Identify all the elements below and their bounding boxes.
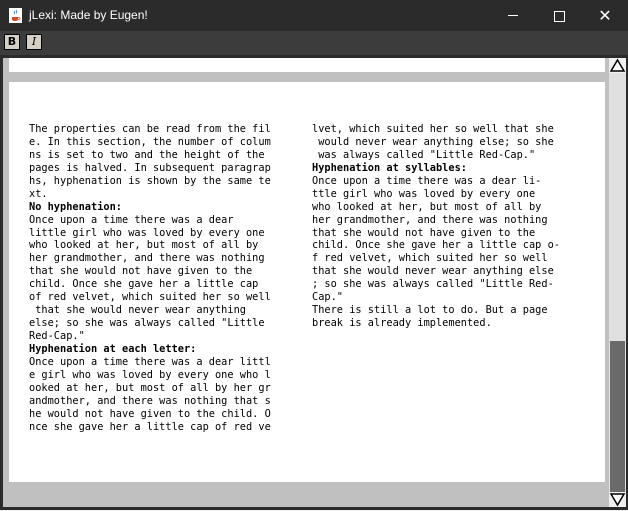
text-line: child. Once she gave her a little cap o-	[312, 239, 560, 252]
scroll-track[interactable]	[609, 73, 626, 492]
text-line: pages is halved. In subsequent paragrap	[29, 161, 271, 174]
text-line: f red velvet, which suited her so well	[312, 252, 548, 265]
close-icon: ✕	[598, 6, 612, 25]
text-line: little girl who was loved by every one	[29, 226, 265, 239]
text-line: else; so she was always called "Little	[29, 317, 265, 330]
section-heading: No hyphenation:	[29, 200, 122, 213]
text-line: break is already implemented.	[312, 317, 492, 330]
close-button[interactable]: ✕	[582, 0, 628, 31]
scroll-thumb[interactable]	[610, 341, 625, 492]
section-heading: Hyphenation at each letter:	[29, 342, 197, 355]
text-line: that she would never wear anything else	[312, 265, 554, 278]
document-page[interactable]: The properties can be read from the fil e…	[9, 82, 605, 482]
document-viewport[interactable]: The properties can be read from the fil e…	[3, 58, 609, 507]
triangle-up-icon	[609, 58, 626, 72]
text-line: was always called "Little Red-Cap."	[312, 148, 536, 161]
text-line: of red velvet, which suited her so well	[29, 291, 271, 304]
text-line: Once upon a time there was a dear	[29, 213, 234, 226]
text-line: that she would not have given to the	[29, 265, 253, 278]
maximize-button[interactable]	[536, 0, 582, 31]
left-text-column: The properties can be read from the fil e…	[29, 123, 271, 434]
text-line: xt.	[29, 187, 48, 200]
java-coffee-cup-icon	[9, 8, 22, 23]
text-line: lvet, which suited her so well that she	[312, 123, 554, 135]
triangle-down-icon	[609, 493, 626, 507]
vertical-scrollbar[interactable]	[609, 58, 626, 507]
section-heading: Hyphenation at syllables:	[312, 161, 467, 174]
scroll-down-button[interactable]	[609, 492, 626, 507]
text-line: The properties can be read from the fil	[29, 123, 271, 135]
previous-page-bottom	[9, 58, 605, 72]
text-line: ; so she was always called "Little Red-	[312, 278, 554, 291]
text-line: ns is set to two and the height of the	[29, 148, 265, 161]
minimize-button[interactable]	[490, 0, 536, 31]
scroll-up-button[interactable]	[609, 58, 626, 73]
text-line: andmother, and there was nothing that s	[29, 394, 271, 407]
text-line: hs, hyphenation is shown by the same te	[29, 174, 271, 187]
text-line: Red-Cap."	[29, 330, 85, 342]
text-line: who looked at her, but most of all by	[312, 200, 542, 213]
minimize-icon	[508, 14, 518, 16]
text-line: Cap."	[312, 291, 343, 304]
text-line: that she would not have given to the	[312, 226, 536, 239]
title-bar[interactable]: jLexi: Made by Eugen! ✕	[0, 0, 628, 31]
bold-button[interactable]: B	[4, 34, 20, 50]
text-line: that she would never wear anything	[29, 304, 246, 317]
text-line: ttle girl who was loved by every one	[312, 187, 536, 200]
toolbar: B I	[0, 31, 628, 55]
text-line: Once upon a time there was a dear li-	[312, 174, 542, 187]
text-line: her grandmother, and there was nothing	[29, 252, 265, 265]
text-line: would never wear anything else; so she	[312, 135, 554, 148]
text-line: There is still a lot to do. But a page	[312, 304, 548, 317]
text-line: who looked at her, but most of all by	[29, 239, 259, 252]
window-title: jLexi: Made by Eugen!	[29, 8, 148, 22]
text-line: Once upon a time there was a dear littl	[29, 355, 271, 368]
right-text-column: lvet, which suited her so well that she …	[312, 123, 560, 330]
text-line: her grandmother, and there was nothing	[312, 213, 548, 226]
text-line: nce she gave her a little cap of red ve	[29, 420, 271, 433]
text-line: he would not have given to the child. O	[29, 407, 271, 420]
text-line: e. In this section, the number of colum	[29, 135, 271, 148]
maximize-icon	[553, 11, 565, 22]
text-line: e girl who was loved by every one who l	[29, 368, 271, 381]
text-line: ooked at her, but most of all by her gr	[29, 381, 271, 394]
text-line: child. Once she gave her a little cap	[29, 278, 259, 291]
italic-button[interactable]: I	[26, 34, 42, 50]
